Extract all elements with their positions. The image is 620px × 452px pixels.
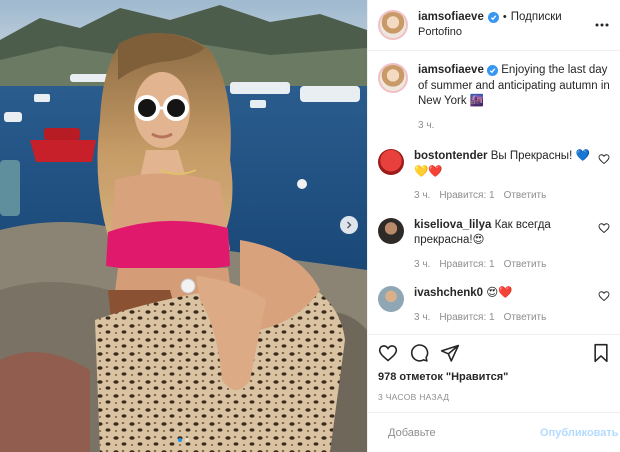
reply-button[interactable]: Ответить xyxy=(504,188,547,204)
post-header: iamsofiaeve • Подписки Portofino xyxy=(368,0,620,51)
post-sidebar: iamsofiaeve • Подписки Portofino iamsofi… xyxy=(367,0,620,452)
caption-avatar[interactable] xyxy=(378,63,408,93)
likes-count[interactable]: 978 отметок "Нравится" xyxy=(368,370,620,390)
caption-time[interactable]: 3 ч. xyxy=(418,118,434,134)
share-send-icon[interactable] xyxy=(440,343,460,363)
comment-likes[interactable]: Нравится: 1 xyxy=(439,310,494,326)
chevron-right-icon xyxy=(347,221,352,229)
more-horizontal-icon xyxy=(595,23,609,27)
author-username[interactable]: iamsofiaeve xyxy=(418,10,484,25)
like-comment-heart-icon[interactable] xyxy=(598,222,610,234)
comment-username[interactable]: kiseliova_lilya xyxy=(414,219,491,231)
commenter-avatar[interactable] xyxy=(378,286,404,312)
comment-likes[interactable]: Нравится: 1 xyxy=(439,257,494,273)
comment-text: 😍❤️ xyxy=(486,287,513,299)
comment-item: bostontender Вы Прекрасны! 💙💛❤️ 3 ч. Нра… xyxy=(378,149,610,204)
caption-username[interactable]: iamsofiaeve xyxy=(418,64,484,76)
like-heart-icon[interactable] xyxy=(378,343,398,363)
following-button[interactable]: Подписки xyxy=(511,10,562,25)
post-photo[interactable] xyxy=(0,0,367,452)
comment-input[interactable] xyxy=(388,426,530,439)
comment-item: ivashchenk0 😍❤️ 3 ч. Нравится: 1 Ответит… xyxy=(378,286,610,325)
reply-button[interactable]: Ответить xyxy=(504,310,547,326)
carousel-dot xyxy=(178,438,182,442)
more-options-button[interactable] xyxy=(594,17,610,33)
next-slide-button[interactable] xyxy=(340,216,358,234)
comment-username[interactable]: bostontender xyxy=(414,150,487,162)
instagram-post: iamsofiaeve • Подписки Portofino iamsofi… xyxy=(0,0,620,452)
comment-time[interactable]: 3 ч. xyxy=(414,188,430,204)
comment-bubble-icon[interactable] xyxy=(409,343,429,363)
verified-badge-icon xyxy=(487,65,499,76)
reply-button[interactable]: Ответить xyxy=(504,257,547,273)
comment-likes[interactable]: Нравится: 1 xyxy=(439,188,494,204)
add-comment-bar: Опубликовать xyxy=(368,412,620,452)
commenter-avatar[interactable] xyxy=(378,149,404,175)
post-timestamp[interactable]: 3 ЧАСОВ НАЗАД xyxy=(368,390,620,412)
author-avatar[interactable] xyxy=(378,10,408,40)
post-location[interactable]: Portofino xyxy=(418,25,594,40)
bookmark-icon[interactable] xyxy=(592,343,610,363)
comment-time[interactable]: 3 ч. xyxy=(414,257,430,273)
comment-username[interactable]: ivashchenk0 xyxy=(414,287,483,299)
verified-badge-icon xyxy=(487,12,499,23)
header-separator: • xyxy=(502,11,507,23)
carousel-dot xyxy=(185,438,189,442)
commenter-avatar[interactable] xyxy=(378,217,404,244)
comment-item: kiseliova_lilya Как всегда прекрасна!😍 3… xyxy=(378,217,610,273)
post-caption: iamsofiaeve Enjoying the last day of sum… xyxy=(378,63,610,133)
photo-scene xyxy=(0,0,367,452)
comments-list[interactable]: iamsofiaeve Enjoying the last day of sum… xyxy=(368,51,620,334)
like-comment-heart-icon[interactable] xyxy=(598,290,610,302)
like-comment-heart-icon[interactable] xyxy=(598,153,610,165)
post-actions xyxy=(368,334,620,370)
publish-comment-button[interactable]: Опубликовать xyxy=(540,427,619,439)
carousel-indicator xyxy=(0,438,367,442)
comment-time[interactable]: 3 ч. xyxy=(414,310,430,326)
